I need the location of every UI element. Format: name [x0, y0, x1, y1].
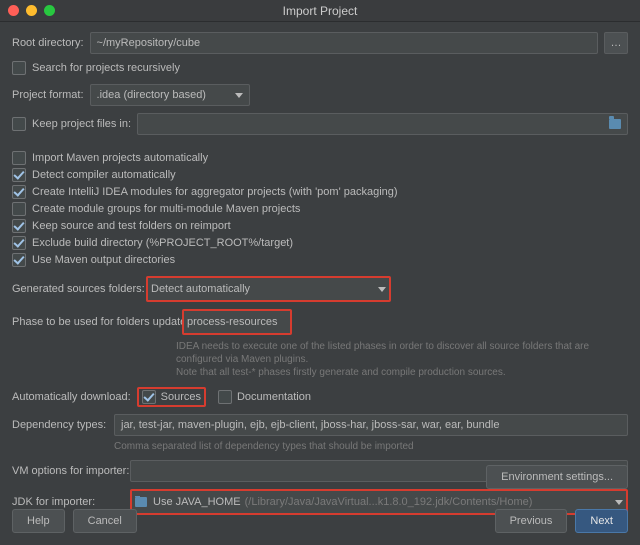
titlebar: Import Project — [0, 0, 640, 22]
aggregator-label: Create IntelliJ IDEA modules for aggrega… — [32, 186, 398, 198]
keep-source-label: Keep source and test folders on reimport — [32, 220, 231, 232]
keep-source-checkbox[interactable] — [12, 219, 26, 233]
dep-label: Dependency types: — [12, 419, 108, 431]
sources-checkbox[interactable] — [142, 390, 156, 404]
folder-icon — [609, 119, 621, 129]
exclude-build-label: Exclude build directory (%PROJECT_ROOT%/… — [32, 237, 293, 249]
chevron-down-icon — [235, 93, 243, 98]
dep-hint: Comma separated list of dependency types… — [114, 441, 628, 452]
cancel-button[interactable]: Cancel — [73, 509, 137, 533]
root-dir-input[interactable]: ~/myRepository/cube — [90, 32, 598, 54]
dep-input[interactable]: jar, test-jar, maven-plugin, ejb, ejb-cl… — [114, 414, 628, 436]
use-maven-out-label: Use Maven output directories — [32, 254, 175, 266]
gen-src-label: Generated sources folders: — [12, 283, 140, 295]
docs-label: Documentation — [237, 391, 311, 403]
keep-files-input[interactable] — [137, 113, 628, 135]
dialog-footer: Environment settings... Help Cancel Prev… — [0, 455, 640, 545]
help-button[interactable]: Help — [12, 509, 65, 533]
close-icon[interactable] — [8, 5, 19, 16]
root-dir-label: Root directory: — [12, 37, 84, 49]
keep-files-checkbox[interactable] — [12, 117, 26, 131]
browse-root-button[interactable]: … — [604, 32, 628, 54]
chevron-down-icon — [378, 287, 386, 292]
env-settings-button[interactable]: Environment settings... — [486, 465, 628, 489]
detect-compiler-checkbox[interactable] — [12, 168, 26, 182]
phase-hint: IDEA needs to execute one of the listed … — [176, 340, 628, 379]
keep-files-label: Keep project files in: — [32, 118, 131, 130]
window-controls — [8, 5, 55, 16]
module-groups-checkbox[interactable] — [12, 202, 26, 216]
next-button[interactable]: Next — [575, 509, 628, 533]
docs-checkbox[interactable] — [218, 390, 232, 404]
import-maven-label: Import Maven projects automatically — [32, 152, 208, 164]
docs-wrap: Documentation — [218, 390, 311, 404]
sources-wrap: Sources — [137, 387, 206, 407]
phase-label: Phase to be used for folders update: — [12, 316, 176, 328]
gen-src-select[interactable]: Detect automatically — [146, 276, 391, 302]
search-recursive-label: Search for projects recursively — [32, 62, 180, 74]
sources-label: Sources — [161, 391, 201, 403]
zoom-icon[interactable] — [44, 5, 55, 16]
phase-hint-2: Note that all test-* phases firstly gene… — [176, 367, 506, 378]
root-dir-value: ~/myRepository/cube — [97, 37, 201, 49]
window-title: Import Project — [0, 4, 640, 18]
gen-src-value: Detect automatically — [151, 283, 250, 295]
detect-compiler-label: Detect compiler automatically — [32, 169, 176, 181]
previous-button[interactable]: Previous — [495, 509, 568, 533]
module-groups-label: Create module groups for multi-module Ma… — [32, 203, 300, 215]
minimize-icon[interactable] — [26, 5, 37, 16]
project-format-select[interactable]: .idea (directory based) — [90, 84, 250, 106]
dep-value: jar, test-jar, maven-plugin, ejb, ejb-cl… — [121, 419, 499, 431]
phase-value: process-resources — [187, 316, 277, 328]
phase-select[interactable]: process-resources — [182, 309, 292, 335]
project-format-label: Project format: — [12, 89, 84, 101]
aggregator-checkbox[interactable] — [12, 185, 26, 199]
use-maven-out-checkbox[interactable] — [12, 253, 26, 267]
project-format-value: .idea (directory based) — [97, 89, 206, 101]
auto-dl-label: Automatically download: — [12, 391, 131, 403]
import-maven-checkbox[interactable] — [12, 151, 26, 165]
dialog-content: Root directory: ~/myRepository/cube … Se… — [0, 22, 640, 530]
phase-hint-1: IDEA needs to execute one of the listed … — [176, 341, 589, 365]
exclude-build-checkbox[interactable] — [12, 236, 26, 250]
search-recursive-checkbox[interactable] — [12, 61, 26, 75]
